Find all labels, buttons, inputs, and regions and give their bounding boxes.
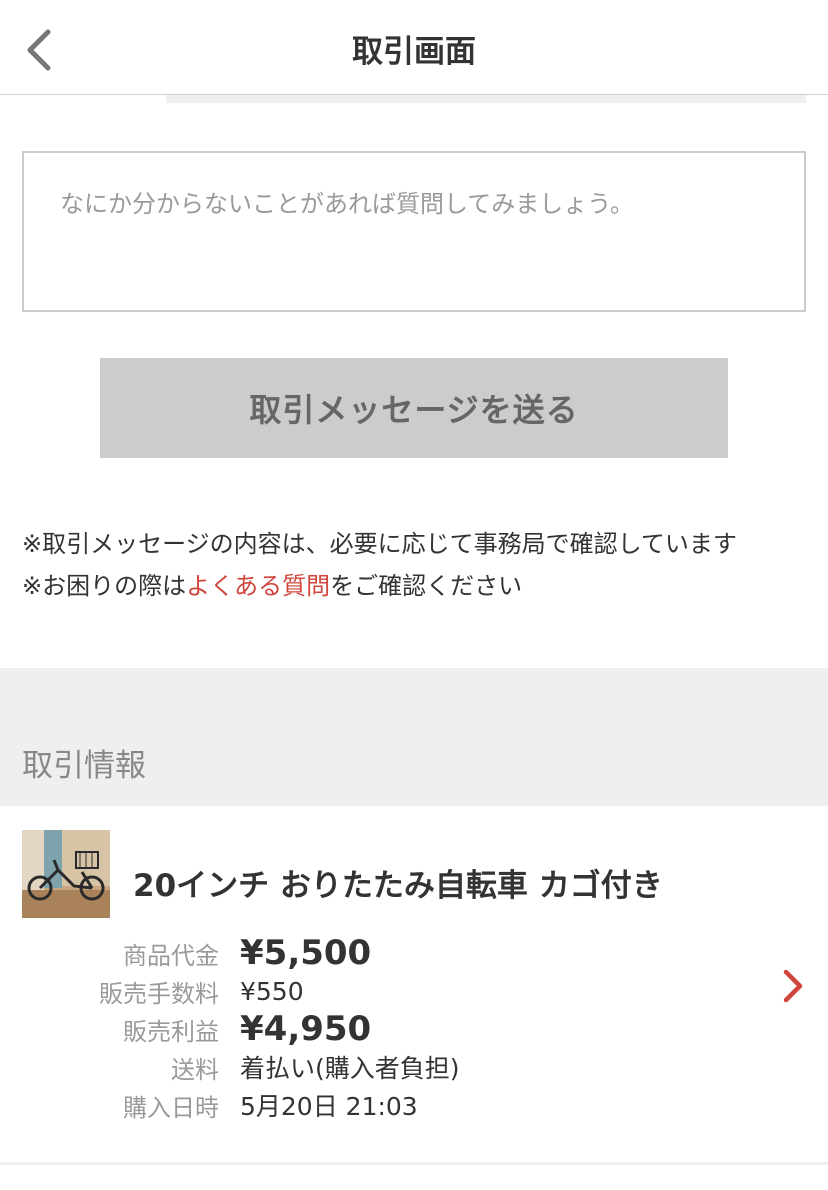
price-details: 商品代金 ¥5,500 販売手数料 ¥550 販売利益 ¥4,950 送料 着払… bbox=[0, 933, 760, 1124]
transaction-screen: 取引画面 なにか分からないことがあれば質問してみましょう。 取引メッセージを送る… bbox=[0, 0, 828, 1190]
detail-row-profit: 販売利益 ¥4,950 bbox=[0, 1009, 760, 1049]
bicycle-photo bbox=[22, 830, 110, 918]
notice-line-review: ※取引メッセージの内容は、必要に応じて事務局で確認しています bbox=[22, 530, 737, 558]
notice-line-help: ※お困りの際はよくある質問をご確認ください bbox=[22, 565, 812, 607]
item-thumbnail[interactable] bbox=[22, 830, 110, 918]
transaction-info-header: 取引情報 bbox=[0, 668, 828, 806]
page-title: 取引画面 bbox=[352, 34, 476, 70]
item-title[interactable]: 20インチ おりたたみ自転車 カゴ付き bbox=[133, 860, 663, 905]
detail-row-price: 商品代金 ¥5,500 bbox=[0, 933, 760, 973]
navigation-bar: 取引画面 bbox=[0, 0, 828, 95]
message-input[interactable]: なにか分からないことがあれば質問してみましょう。 bbox=[22, 151, 806, 312]
price-value: ¥5,500 bbox=[240, 933, 372, 973]
notice-text: ※取引メッセージの内容は、必要に応じて事務局で確認しています ※お困りの際はよく… bbox=[22, 523, 812, 607]
price-label: 商品代金 bbox=[123, 941, 219, 970]
profit-value: ¥4,950 bbox=[240, 1009, 372, 1049]
fee-label: 販売手数料 bbox=[99, 979, 219, 1008]
notice-help-suffix: をご確認ください bbox=[330, 572, 523, 600]
faq-link[interactable]: よくある質問 bbox=[186, 572, 330, 600]
send-message-button[interactable]: 取引メッセージを送る bbox=[100, 358, 728, 458]
fee-value: ¥550 bbox=[240, 976, 304, 1006]
detail-row-fee: 販売手数料 ¥550 bbox=[0, 972, 760, 1010]
item-detail-link[interactable] bbox=[778, 966, 808, 1006]
bottom-divider bbox=[0, 1162, 828, 1165]
purchase-date-value: 5月20日 21:03 bbox=[240, 1092, 418, 1121]
shipping-label: 送料 bbox=[171, 1055, 219, 1084]
detail-row-shipping: 送料 着払い(購入者負担) bbox=[0, 1048, 760, 1086]
message-input-placeholder: なにか分からないことがあれば質問してみましょう。 bbox=[60, 190, 634, 218]
detail-row-date: 購入日時 5月20日 21:03 bbox=[0, 1086, 760, 1124]
shipping-value: 着払い(購入者負担) bbox=[240, 1054, 460, 1083]
notice-help-prefix: ※お困りの際は bbox=[22, 572, 187, 600]
purchase-date-label: 購入日時 bbox=[123, 1093, 219, 1122]
message-list-edge bbox=[166, 95, 806, 103]
chevron-right-icon bbox=[783, 969, 803, 1003]
profit-label: 販売利益 bbox=[123, 1017, 219, 1046]
section-title: 取引情報 bbox=[22, 748, 146, 784]
